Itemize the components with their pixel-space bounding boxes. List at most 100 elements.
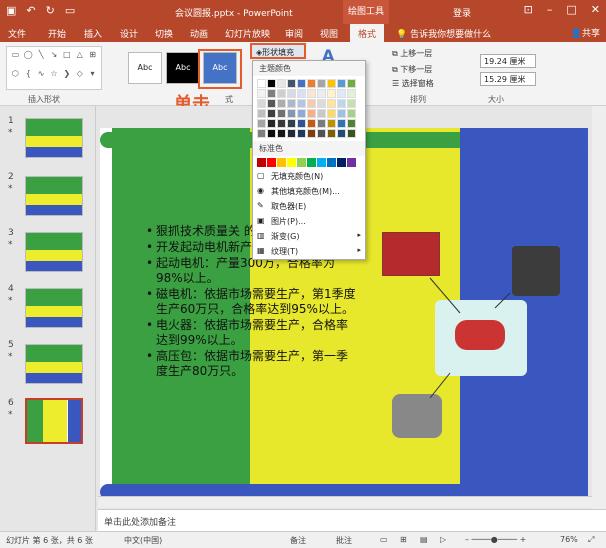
slide-thumbnail-1[interactable] [25,118,83,158]
theme-color-swatch[interactable] [307,79,316,88]
gradient-item[interactable]: ▥ 渐变(G) ▸ [253,229,365,244]
theme-color-swatch[interactable] [317,89,326,98]
bring-forward-button[interactable]: ⧉ 上移一层 [392,48,432,59]
slide-thumbnail-4[interactable] [25,288,83,328]
standard-color-swatch[interactable] [277,158,286,167]
start-icon[interactable]: ▭ [65,4,75,17]
theme-color-swatch[interactable] [327,89,336,98]
shape-arrow-icon[interactable]: ↘ [49,50,60,67]
tab-home[interactable]: 开始 [48,27,66,40]
theme-color-swatch[interactable] [347,99,356,108]
tab-insert[interactable]: 插入 [84,27,102,40]
tab-review[interactable]: 审阅 [285,27,303,40]
vertical-scrollbar[interactable] [592,106,606,509]
theme-color-swatch[interactable] [277,109,286,118]
shape-curve-icon[interactable]: ∿ [36,69,47,86]
ribbon-display-icon[interactable]: ⊡ [524,3,533,16]
theme-color-swatch[interactable] [297,89,306,98]
maximize-icon[interactable]: □ [566,3,576,16]
theme-color-swatch[interactable] [257,109,266,118]
theme-color-swatch[interactable] [337,119,346,128]
theme-color-swatch[interactable] [307,119,316,128]
theme-color-swatch[interactable] [277,99,286,108]
signin-link[interactable]: 登录 [453,6,471,19]
theme-color-swatch[interactable] [297,109,306,118]
theme-color-swatch[interactable] [257,129,266,138]
standard-color-swatch[interactable] [317,158,326,167]
selection-pane-button[interactable]: ☰ 选择窗格 [392,78,434,89]
theme-color-swatch[interactable] [347,119,356,128]
shapes-gallery[interactable]: ▭ ◯ ╲ ↘ □ △ ⊞ ⬡ { ∿ ☆ ❯ ◇ ▾ [6,46,102,90]
theme-color-swatch[interactable] [307,129,316,138]
shape-more-icon[interactable]: ▾ [87,69,98,86]
theme-color-swatch[interactable] [327,109,336,118]
save-icon[interactable]: ▣ [6,4,16,17]
theme-color-swatch[interactable] [327,99,336,108]
theme-color-swatch[interactable] [327,79,336,88]
theme-color-swatch[interactable] [297,79,306,88]
tab-slideshow[interactable]: 幻灯片放映 [225,27,270,40]
style-sample-white[interactable]: Abc [128,52,162,84]
shape-hex-icon[interactable]: ⬡ [10,69,21,86]
theme-color-swatch[interactable] [287,89,296,98]
shape-star-icon[interactable]: ☆ [49,69,60,86]
picture-item[interactable]: ▣ 图片(P)... [253,214,365,229]
eyedropper-item[interactable]: ✎ 取色器(E) [253,199,365,214]
standard-color-swatch[interactable] [347,158,356,167]
tab-animations[interactable]: 动画 [190,27,208,40]
theme-color-swatch[interactable] [267,79,276,88]
theme-color-swatch[interactable] [257,89,266,98]
shape-fill-button[interactable]: ◈形状填充 ▾ [250,43,306,67]
theme-color-swatch[interactable] [307,109,316,118]
standard-color-swatch[interactable] [307,158,316,167]
tell-me-search[interactable]: 💡 告诉我你想要做什么 [396,27,491,40]
theme-color-swatch[interactable] [317,109,326,118]
theme-color-swatch[interactable] [347,109,356,118]
fit-slide-icon[interactable]: ⤢ [588,535,594,545]
theme-color-swatch[interactable] [287,119,296,128]
slide-sorter-icon[interactable]: ⊞ [400,535,407,544]
theme-color-swatch[interactable] [277,79,286,88]
theme-color-swatch[interactable] [317,119,326,128]
theme-color-swatch[interactable] [337,129,346,138]
theme-color-swatch[interactable] [277,119,286,128]
standard-color-swatch[interactable] [257,158,266,167]
share-button[interactable]: 👤共享 [571,26,600,39]
theme-color-swatch[interactable] [307,99,316,108]
standard-color-swatch[interactable] [267,158,276,167]
slideshow-view-icon[interactable]: ▷ [440,535,446,544]
tab-transitions[interactable]: 切换 [155,27,173,40]
style-sample-blue[interactable]: Abc [203,52,237,84]
tab-file[interactable]: 文件 [8,27,26,40]
theme-color-swatch[interactable] [347,79,356,88]
comments-toggle[interactable]: 批注 [336,535,352,546]
shape-triangle-icon[interactable]: △ [74,50,85,67]
tab-design[interactable]: 设计 [120,27,138,40]
shape-square-icon[interactable]: □ [61,50,72,67]
horizontal-scrollbar[interactable] [98,496,592,508]
theme-color-swatch[interactable] [317,99,326,108]
slide-thumbnail-5[interactable] [25,344,83,384]
theme-color-swatch[interactable] [267,119,276,128]
standard-color-swatch[interactable] [297,158,306,167]
tab-format[interactable]: 格式 [350,24,385,42]
theme-color-swatch[interactable] [337,99,346,108]
theme-color-swatch[interactable] [317,129,326,138]
close-icon[interactable]: ✕ [591,3,600,16]
no-fill-item[interactable]: ▢ 无填充颜色(N) [253,169,365,184]
normal-view-icon[interactable]: ▭ [380,535,388,544]
notes-pane[interactable]: 单击此处添加备注 [98,509,606,531]
theme-color-swatch[interactable] [297,99,306,108]
shape-line-icon[interactable]: ╲ [36,50,47,67]
slide-thumbnail-3[interactable] [25,232,83,272]
texture-item[interactable]: ▦ 纹理(T) ▸ [253,244,365,259]
notes-toggle[interactable]: 备注 [290,535,306,546]
theme-color-swatch[interactable] [287,129,296,138]
theme-color-swatch[interactable] [317,79,326,88]
theme-color-swatch[interactable] [327,129,336,138]
theme-color-swatch[interactable] [287,109,296,118]
shape-oval-icon[interactable]: ◯ [23,50,34,67]
theme-color-swatch[interactable] [307,89,316,98]
theme-color-swatch[interactable] [267,109,276,118]
theme-color-swatch[interactable] [327,119,336,128]
